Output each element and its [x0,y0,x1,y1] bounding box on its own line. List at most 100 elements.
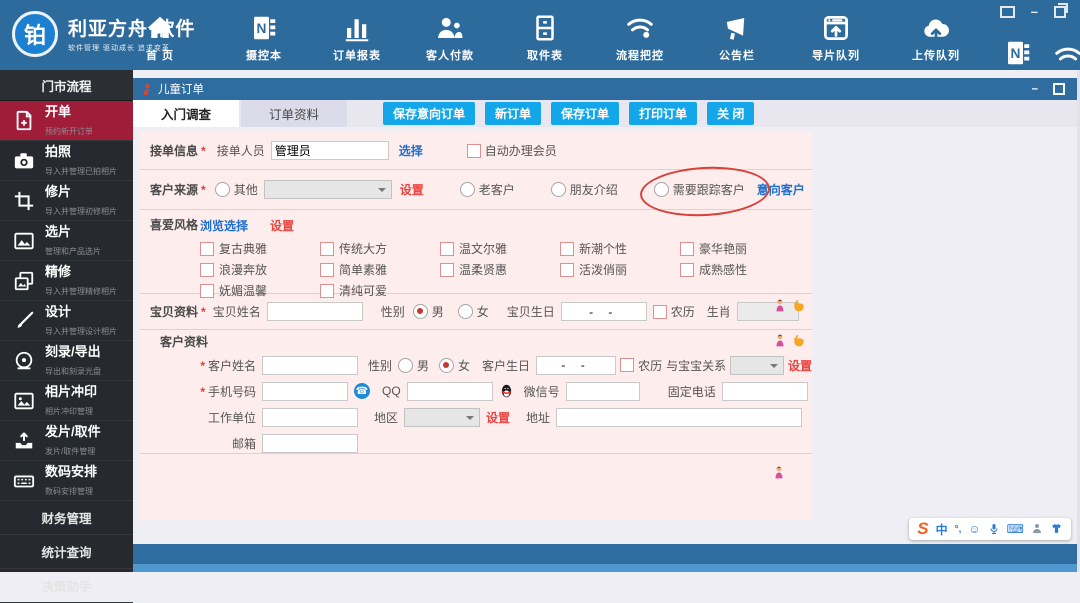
save-order-button[interactable]: 保存订单 [551,102,620,125]
customer-female-label: 女 [458,358,471,373]
sidebar-item-statistics[interactable]: 统计查询 [0,535,133,569]
landline-input[interactable] [721,381,808,401]
sidebar-item-decision-assistant[interactable]: 决策助手 [0,569,133,603]
sidebar-item-new-order[interactable]: 开单 预约新开订单 [0,101,133,141]
style-checkbox[interactable] [440,262,454,277]
qq-input[interactable] [406,381,493,401]
intent-customer-link[interactable]: 意向客户 [757,181,805,198]
dispatch-icon [10,430,38,452]
sidebar-item-design[interactable]: 设计 导入并管理设计相片 [0,301,133,341]
screen-icon[interactable] [999,6,1015,18]
sidebar-item-photo-select[interactable]: 选片 管理和产品选片 [0,221,133,261]
style-checkbox[interactable] [680,262,694,277]
close-button[interactable]: 关 闭 [707,102,755,125]
new-order-button[interactable]: 新订单 [485,102,542,125]
ime-skin-icon[interactable] [1050,520,1063,538]
restore-button[interactable] [1054,3,1068,18]
style-checkbox[interactable] [200,262,214,277]
baby-name-input[interactable] [266,302,363,321]
relation-select[interactable] [730,355,784,375]
style-checkbox[interactable] [320,262,334,277]
region-select[interactable] [404,407,481,427]
sidebar-item-photo-print[interactable]: 相片冲印 相片冲印管理 [0,381,133,421]
nav-control-book[interactable]: N 摄控本 [246,13,282,63]
sogou-logo-icon[interactable]: S [917,519,928,539]
baby-female-radio[interactable] [457,304,473,319]
sidebar-item-burn-export[interactable]: 刻录/导出 导出和刻录光盘 [0,341,133,381]
doc-minimize-button[interactable]: – [1032,83,1038,95]
sidebar-item-retouch[interactable]: 修片 导入并管理初修相片 [0,181,133,221]
nav-label: 客人付款 [426,50,474,62]
address-input[interactable] [556,407,803,427]
sidebar-item-digital-arrange[interactable]: 数码安排 数码安排管理 [0,461,133,501]
source-old-customer-radio[interactable] [459,182,475,197]
sidebar-item-title: 发片/取件 [45,423,101,439]
nav-export-queue[interactable]: 导片队列 [812,13,860,63]
save-intent-order-button[interactable]: 保存意向订单 [383,102,476,125]
minimize-button[interactable]: – [1031,5,1038,18]
source-friend-radio[interactable] [550,182,566,197]
customer-male-radio[interactable] [398,357,414,373]
nav-announcement[interactable]: 公告栏 [719,13,755,63]
style-checkbox[interactable] [560,262,574,277]
style-settings-link[interactable]: 设置 [270,217,294,234]
company-input[interactable] [262,407,358,427]
nav-upload-queue[interactable]: 上传队列 [912,13,960,63]
qq-penguin-icon[interactable] [499,382,514,400]
region-settings-link[interactable]: 设置 [486,409,510,426]
auto-member-checkbox[interactable] [466,143,481,158]
ime-mic-icon[interactable] [988,520,1000,538]
tab-order-info[interactable]: 订单资料 [241,100,347,127]
ime-punct-toggle[interactable]: °, [955,524,962,535]
source-other-select[interactable] [263,180,392,199]
style-checkbox[interactable] [320,241,334,256]
baby-birthday-input[interactable] [560,302,647,321]
customer-hand-icon[interactable] [792,332,806,350]
baby-lunar-checkbox[interactable] [652,304,667,319]
style-checkbox[interactable] [560,241,574,256]
customer-name-input[interactable] [262,355,358,375]
sidebar-item-subtitle: 相片冲印管理 [45,406,93,416]
wechat-input[interactable] [565,381,640,401]
customer-lady-icon[interactable] [773,332,787,350]
sidebar-item-photo-shoot[interactable]: 拍照 导入并管理已拍相片 [0,141,133,181]
baby-lady-icon[interactable] [773,297,787,315]
nav-process-control[interactable]: 流程把控 [616,13,664,63]
ime-lang-toggle[interactable]: 中 [936,521,948,538]
baby-male-radio[interactable] [412,304,428,319]
source-follow-radio[interactable] [653,182,669,197]
footer-lady-icon[interactable] [772,464,786,482]
source-settings-link[interactable]: 设置 [400,181,424,198]
style-checkbox[interactable] [200,241,214,256]
style-checkbox[interactable] [440,241,454,256]
relation-settings-link[interactable]: 设置 [788,357,812,374]
browse-select-link[interactable]: 浏览选择 [200,217,248,234]
email-input[interactable] [262,433,358,453]
nav-pickup-list[interactable]: 取件表 [527,13,563,63]
customer-female-radio[interactable] [439,357,455,373]
sidebar-item-dispatch-pickup[interactable]: 发片/取件 发片/取件管理 [0,421,133,461]
doc-maximize-button[interactable] [1053,83,1065,95]
style-checkbox[interactable] [680,241,694,256]
nav-customer-payment[interactable]: 客人付款 [426,13,474,63]
customer-birthday-input[interactable] [536,355,617,375]
baby-hand-icon[interactable] [792,297,806,315]
customer-lunar-checkbox[interactable] [620,358,635,372]
print-order-button[interactable]: 打印订单 [629,102,698,125]
ime-smiley-icon[interactable]: ☺ [968,522,980,536]
nav-home[interactable]: 首 页 [145,13,175,63]
ime-keyboard-icon[interactable]: ⌨ [1007,522,1024,536]
tab-intake-survey[interactable]: 入门调查 [133,100,239,127]
sidebar-item-finance[interactable]: 财务管理 [0,501,133,535]
intake-person-input[interactable] [270,141,389,160]
select-staff-link[interactable]: 选择 [399,142,423,159]
nav-order-report[interactable]: 订单报表 [333,13,381,63]
source-other-radio[interactable] [214,182,230,197]
ime-person-icon[interactable] [1031,520,1043,538]
partial-signal-icon[interactable] [1048,42,1080,72]
phone-icon[interactable]: ☎ [354,383,370,399]
partial-notebook-icon[interactable]: N [1003,38,1033,68]
customer-gender-label: 性别 [368,358,393,373]
mobile-input[interactable] [262,381,348,401]
sidebar-item-fine-retouch[interactable]: 精修 导入并管理精修相片 [0,261,133,301]
